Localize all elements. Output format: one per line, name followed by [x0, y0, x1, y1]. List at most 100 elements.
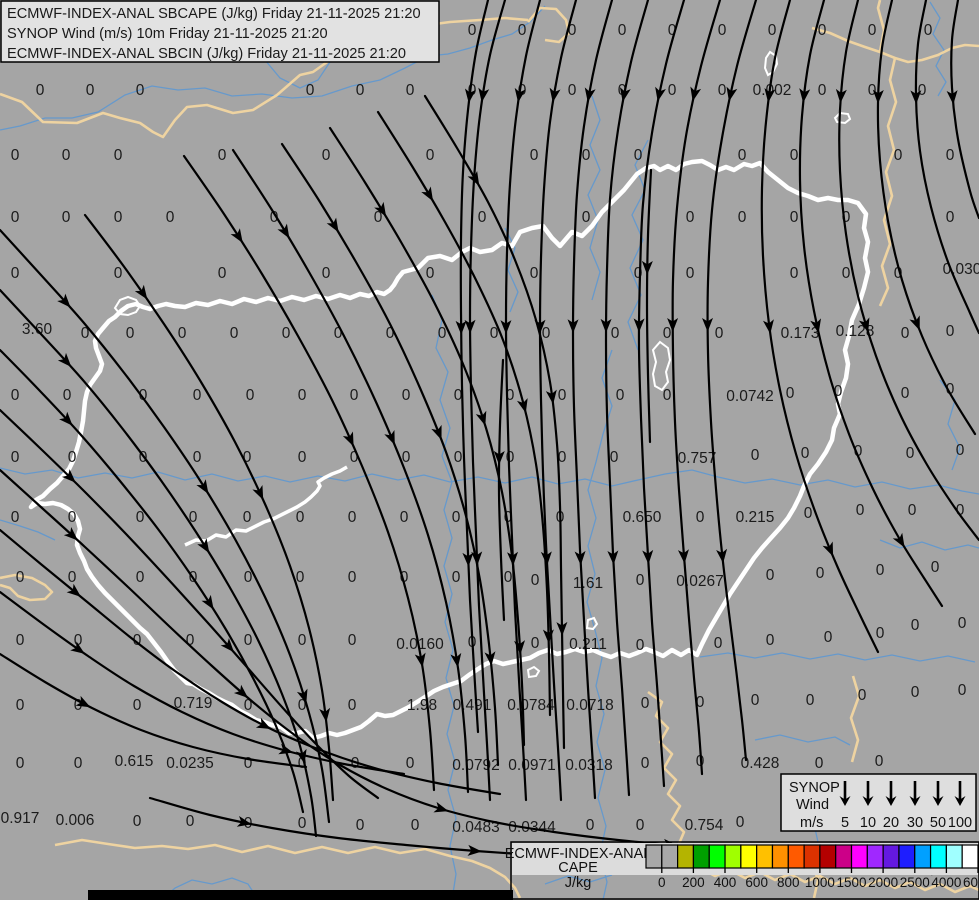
zero-value-label: 0 [806, 692, 815, 709]
index-value-label: 0.173 [781, 325, 820, 342]
cape-swatch [866, 844, 884, 869]
zero-value-label: 0 [876, 562, 885, 579]
zero-value-label: 0 [768, 22, 777, 39]
zero-value-label: 0 [804, 505, 813, 522]
zero-value-label: 0 [426, 265, 435, 282]
weather-map-canvas: 0 0 0 0 0 0 0 0 0 0 0 0 0 0 0 0 0 0 0 0 0 0 0 0 0 0 0 0 0 0 0 0 0 0 0 0 0 0 0 0… [0, 0, 979, 900]
zero-value-label: 0 [582, 209, 591, 226]
zero-value-label: 0 [478, 209, 487, 226]
zero-value-label: 0 [356, 82, 365, 99]
zero-value-label: 0 [611, 325, 620, 342]
zero-value-label: 0 [686, 209, 695, 226]
zero-value-label: 0 [62, 147, 71, 164]
zero-value-label: 0 [68, 509, 77, 526]
zero-value-label: 0 [86, 82, 95, 99]
zero-value-label: 0 [11, 265, 20, 282]
cape-swatch [929, 844, 947, 869]
zero-value-label: 0 [908, 502, 917, 519]
wind-speed-label: 50 [930, 815, 946, 831]
zero-value-label: 0 [282, 325, 291, 342]
cape-legend-unit: J/kg [565, 875, 592, 891]
zero-value-label: 0 [790, 265, 799, 282]
zero-value-label: 0 [114, 147, 123, 164]
zero-value-label: 0 [504, 569, 513, 586]
zero-value-label: 0 [350, 387, 359, 404]
cape-legend-parameter: CAPE [558, 860, 598, 876]
index-value-label: 0.0267 [676, 573, 723, 590]
zero-value-label: 0 [901, 385, 910, 402]
zero-value-label: 0 [63, 387, 72, 404]
zero-value-label: 0 [386, 325, 395, 342]
zero-value-label: 0 [193, 387, 202, 404]
cape-tick-label: 2000 [868, 875, 898, 890]
zero-value-label: 0 [946, 323, 955, 340]
wind-legend-subtitle: Wind [796, 797, 829, 813]
zero-value-label: 0 [906, 445, 915, 462]
zero-value-label: 0 [686, 265, 695, 282]
index-value-label: 0.006 [56, 812, 95, 829]
cape-tick-label: 2500 [900, 875, 930, 890]
cape-swatch [677, 844, 695, 869]
zero-value-label: 0 [911, 617, 920, 634]
index-value-label: 0.615 [115, 753, 154, 770]
index-value-label: 0.0344 [508, 819, 556, 836]
zero-value-label: 0 [322, 265, 331, 282]
cape-swatch [645, 844, 663, 869]
cape-tick-label: 200 [682, 875, 705, 890]
index-value-label: 1.98 [407, 697, 437, 714]
zero-value-label: 0 [530, 265, 539, 282]
index-value-label: 0.002 [753, 82, 792, 99]
wind-speed-label: 30 [907, 815, 923, 831]
zero-value-label: 0 [634, 265, 643, 282]
wind-speed-label: 20 [883, 815, 899, 831]
zero-value-label: 0 [468, 22, 477, 39]
zero-value-label: 0 [16, 755, 25, 772]
zero-value-label: 0 [114, 265, 123, 282]
zero-value-label: 0 [790, 147, 799, 164]
zero-value-label: 0 [766, 632, 775, 649]
zero-value-label: 0 [582, 147, 591, 164]
zero-value-label: 0 [868, 22, 877, 39]
index-value-label: 0.0784 [507, 697, 555, 714]
cape-swatch [835, 844, 853, 869]
zero-value-label: 0 [243, 509, 252, 526]
zero-value-label: 0 [322, 147, 331, 164]
zero-value-label: 0 [641, 695, 650, 712]
title-line-synop-wind: SYNOP Wind (m/s) 10m Friday 21-11-2025 2… [7, 26, 328, 42]
zero-value-label: 0 [715, 325, 724, 342]
wind-speed-label: 10 [860, 815, 876, 831]
title-line-sbcin: ECMWF-INDEX-ANAL SBCIN (J/kg) Friday 21-… [7, 46, 406, 62]
zero-value-label: 0 [636, 637, 645, 654]
zero-value-label: 0 [931, 559, 940, 576]
cape-tick-label: 4000 [931, 875, 961, 890]
zero-value-label: 0 [506, 449, 515, 466]
zero-value-label: 0 [641, 755, 650, 772]
index-value-label: 0.215 [736, 509, 775, 526]
cape-swatch [961, 844, 979, 869]
index-value-label: 0.757 [678, 450, 717, 467]
zero-value-label: 0 [11, 509, 20, 526]
cape-swatch [850, 844, 868, 869]
cape-swatch [882, 844, 900, 869]
index-value-label: 0.0742 [726, 388, 773, 405]
zero-value-label: 0 [718, 22, 727, 39]
cape-swatch [708, 844, 726, 869]
cape-swatch [756, 844, 774, 869]
cape-tick-label: 1500 [836, 875, 866, 890]
zero-value-label: 0 [402, 387, 411, 404]
zero-value-label: 0 [518, 22, 527, 39]
zero-value-label: 0 [842, 265, 851, 282]
wind-legend-title: SYNOP [789, 780, 840, 796]
zero-value-label: 0 [738, 147, 747, 164]
zero-value-label: 0 [542, 325, 551, 342]
map-frame-bar [88, 890, 513, 900]
zero-value-label: 0 [298, 387, 307, 404]
wind-speed-label: 100 [948, 815, 972, 831]
zero-value-label: 0 [946, 147, 955, 164]
zero-value-label: 0 [636, 817, 645, 834]
zero-value-label: 0 [133, 813, 142, 830]
zero-value-label: 0 [298, 815, 307, 832]
zero-value-label: 0 [193, 449, 202, 466]
index-value-label: 0.0235 [166, 755, 213, 772]
zero-value-label: 0 [901, 325, 910, 342]
